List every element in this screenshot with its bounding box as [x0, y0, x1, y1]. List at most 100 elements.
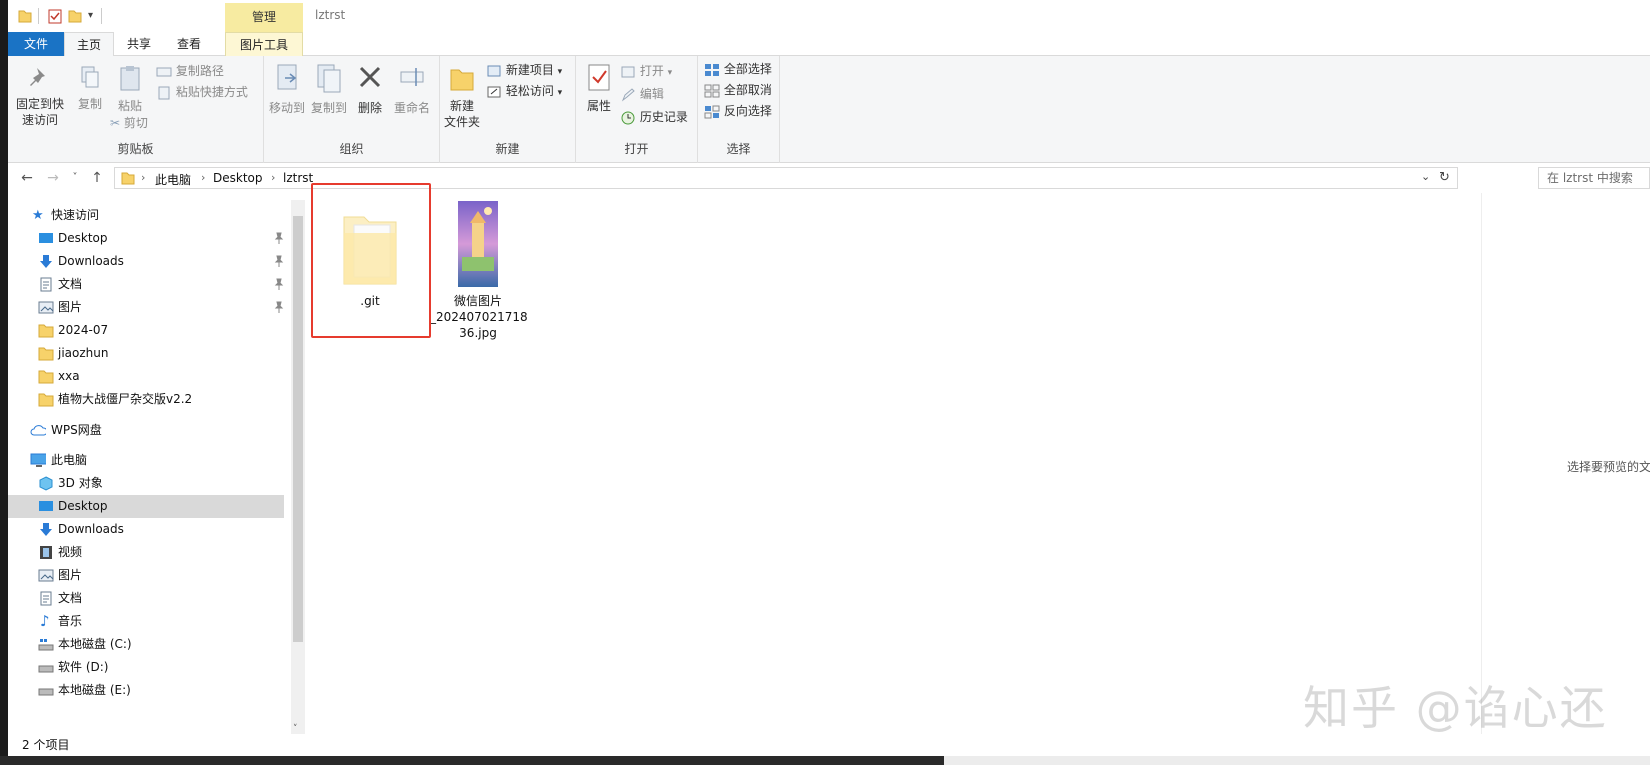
nav-pc-3d-objects[interactable]: 3D 对象: [8, 472, 284, 495]
copy-path-button[interactable]: 复制路径: [156, 62, 224, 80]
nav-wps-cloud[interactable]: WPS网盘: [8, 419, 284, 442]
nav-pc-drive-d[interactable]: 软件 (D:): [8, 656, 284, 679]
preview-placeholder-text: 选择要预览的文件: [1567, 460, 1650, 474]
pin-icon[interactable]: [274, 301, 284, 313]
back-arrow-icon[interactable]: ←: [18, 169, 36, 187]
select-group-label: 选择: [726, 142, 751, 156]
open-group-label: 打开: [624, 142, 649, 156]
new-folder-button[interactable]: 新建 文件夹: [442, 64, 482, 130]
nav-quick-folder-jiaozhun[interactable]: jiaozhun: [8, 342, 284, 365]
edit-icon: [621, 87, 635, 101]
nav-scroll-thumb[interactable]: [293, 216, 303, 642]
nav-pc-desktop[interactable]: Desktop: [8, 495, 284, 518]
nav-quick-folder-2024-07[interactable]: 2024-07: [8, 319, 284, 342]
nav-pc-drive-c[interactable]: 本地磁盘 (C:): [8, 633, 284, 656]
rename-icon: [400, 68, 424, 86]
move-to-icon: [277, 64, 297, 90]
open-button[interactable]: 打开 ▾: [620, 62, 672, 80]
select-none-button[interactable]: 全部取消: [704, 81, 772, 99]
edit-button[interactable]: 编辑: [620, 85, 664, 103]
properties-check-icon: [588, 64, 610, 91]
paste-button[interactable]: 粘贴: [112, 64, 148, 114]
ribbon: 固定到快 速访问 复制 粘贴 复制路径 粘贴快捷方式 ✂ 剪切 剪贴板 移动到 …: [8, 56, 1650, 163]
up-arrow-icon[interactable]: ↑: [88, 169, 106, 187]
new-item-icon: [487, 65, 501, 76]
clipboard-group-label: 剪贴板: [117, 142, 154, 156]
tab-home[interactable]: 主页: [64, 32, 114, 57]
nav-pc-music[interactable]: ♪ 音乐: [8, 610, 284, 633]
nav-quick-documents[interactable]: 文档: [8, 273, 284, 296]
nav-quick-folder-xxa[interactable]: xxa: [8, 365, 284, 388]
nav-quick-access[interactable]: ★ 快速访问: [8, 204, 284, 227]
pin-icon[interactable]: [274, 278, 284, 290]
music-note-icon: ♪: [40, 612, 50, 630]
scroll-down-chevron-icon[interactable]: ˅: [293, 724, 298, 734]
paste-shortcut-button[interactable]: 粘贴快捷方式: [156, 83, 248, 101]
drive-icon: [38, 665, 54, 673]
breadcrumb-desktop[interactable]: Desktop: [213, 171, 263, 185]
cube-3d-icon: [39, 476, 53, 491]
nav-pc-documents[interactable]: 文档: [8, 587, 284, 610]
manage-context-tab[interactable]: 管理: [225, 3, 303, 32]
select-all-button[interactable]: 全部选择: [704, 60, 772, 78]
folder-icon: [38, 347, 54, 361]
pin-icon[interactable]: [274, 232, 284, 244]
new-folder-icon[interactable]: [68, 8, 82, 24]
refresh-icon[interactable]: ↻: [1439, 170, 1450, 185]
easy-access-icon: [487, 86, 501, 97]
star-icon: ★: [32, 208, 44, 223]
explorer-window: ▾ 管理 lztrst 文件 主页 共享 查看 图片工具 固定到快 速访问 复制…: [8, 0, 1650, 756]
tab-file[interactable]: 文件: [8, 32, 64, 56]
pin-icon[interactable]: [274, 255, 284, 267]
nav-pc-videos[interactable]: 视频: [8, 541, 284, 564]
chevron-down-icon: ▾: [667, 68, 673, 78]
file-list: .git 微信图片 _202407021718 36.jpg: [308, 193, 1480, 734]
nav-pc-pictures[interactable]: 图片: [8, 564, 284, 587]
nav-scrollbar[interactable]: ˅: [291, 200, 305, 734]
breadcrumb-separator-icon: ›: [271, 171, 276, 184]
open-icon: [621, 66, 635, 77]
nav-pc-downloads[interactable]: Downloads: [8, 518, 284, 541]
new-group: 新建 文件夹 新建项目 ▾ 轻松访问 ▾ 新建: [440, 56, 576, 163]
nav-quick-desktop[interactable]: Desktop: [8, 227, 284, 250]
delete-button[interactable]: 删除: [352, 62, 388, 116]
rename-button[interactable]: 重命名: [392, 62, 432, 116]
cut-button[interactable]: ✂ 剪切: [110, 114, 148, 132]
easy-access-button[interactable]: 轻松访问 ▾: [486, 82, 562, 100]
computer-icon: [30, 453, 46, 467]
properties-icon[interactable]: [48, 8, 62, 24]
recent-locations-chevron-icon[interactable]: ˅: [66, 169, 84, 187]
forward-arrow-icon[interactable]: →: [44, 169, 62, 187]
properties-button[interactable]: 属性: [582, 62, 616, 114]
nav-quick-pictures[interactable]: 图片: [8, 296, 284, 319]
address-dropdown-chevron-icon[interactable]: ⌄: [1421, 170, 1430, 183]
pin-to-quick-access-button[interactable]: 固定到快 速访问: [14, 64, 66, 128]
tab-view[interactable]: 查看: [164, 32, 214, 56]
move-to-button[interactable]: 移动到: [268, 62, 306, 116]
nav-quick-folder-pvz[interactable]: 植物大战僵尸杂交版v2.2: [8, 388, 284, 411]
nav-quick-downloads[interactable]: Downloads: [8, 250, 284, 273]
folder-icon: [38, 370, 54, 384]
file-item-wechat-image[interactable]: 微信图片 _202407021718 36.jpg: [430, 201, 528, 341]
item-count: 2 个项目: [22, 738, 70, 752]
invert-selection-button[interactable]: 反向选择: [704, 102, 772, 120]
customize-quick-access-chevron-icon[interactable]: ▾: [88, 8, 93, 24]
copy-button[interactable]: 复制: [72, 64, 108, 112]
breadcrumb-this-pc[interactable]: 此电脑: [155, 171, 191, 188]
clipboard-group: 固定到快 速访问 复制 粘贴 复制路径 粘贴快捷方式 ✂ 剪切 剪贴板: [8, 56, 264, 163]
select-group: 全部选择 全部取消 反向选择 选择: [698, 56, 780, 163]
drive-icon: [38, 688, 54, 696]
tab-share[interactable]: 共享: [114, 32, 164, 56]
history-button[interactable]: 历史记录: [620, 108, 688, 126]
copy-icon: [81, 66, 99, 88]
navigation-bar: ← → ˅ ↑ › 此电脑 › Desktop › lztrst ⌄ ↻ 在 l…: [8, 163, 1650, 193]
new-item-button[interactable]: 新建项目 ▾: [486, 61, 562, 79]
breadcrumb-separator-icon: ›: [141, 171, 146, 184]
tab-picture-tools[interactable]: 图片工具: [225, 32, 303, 56]
nav-pc-drive-e[interactable]: 本地磁盘 (E:): [8, 679, 284, 702]
nav-this-pc[interactable]: 此电脑: [8, 449, 284, 472]
breadcrumb-lztrst[interactable]: lztrst: [283, 171, 313, 185]
download-arrow-icon: [40, 255, 52, 268]
copy-to-button[interactable]: 复制到: [310, 62, 348, 116]
search-input[interactable]: 在 lztrst 中搜索: [1538, 167, 1650, 189]
